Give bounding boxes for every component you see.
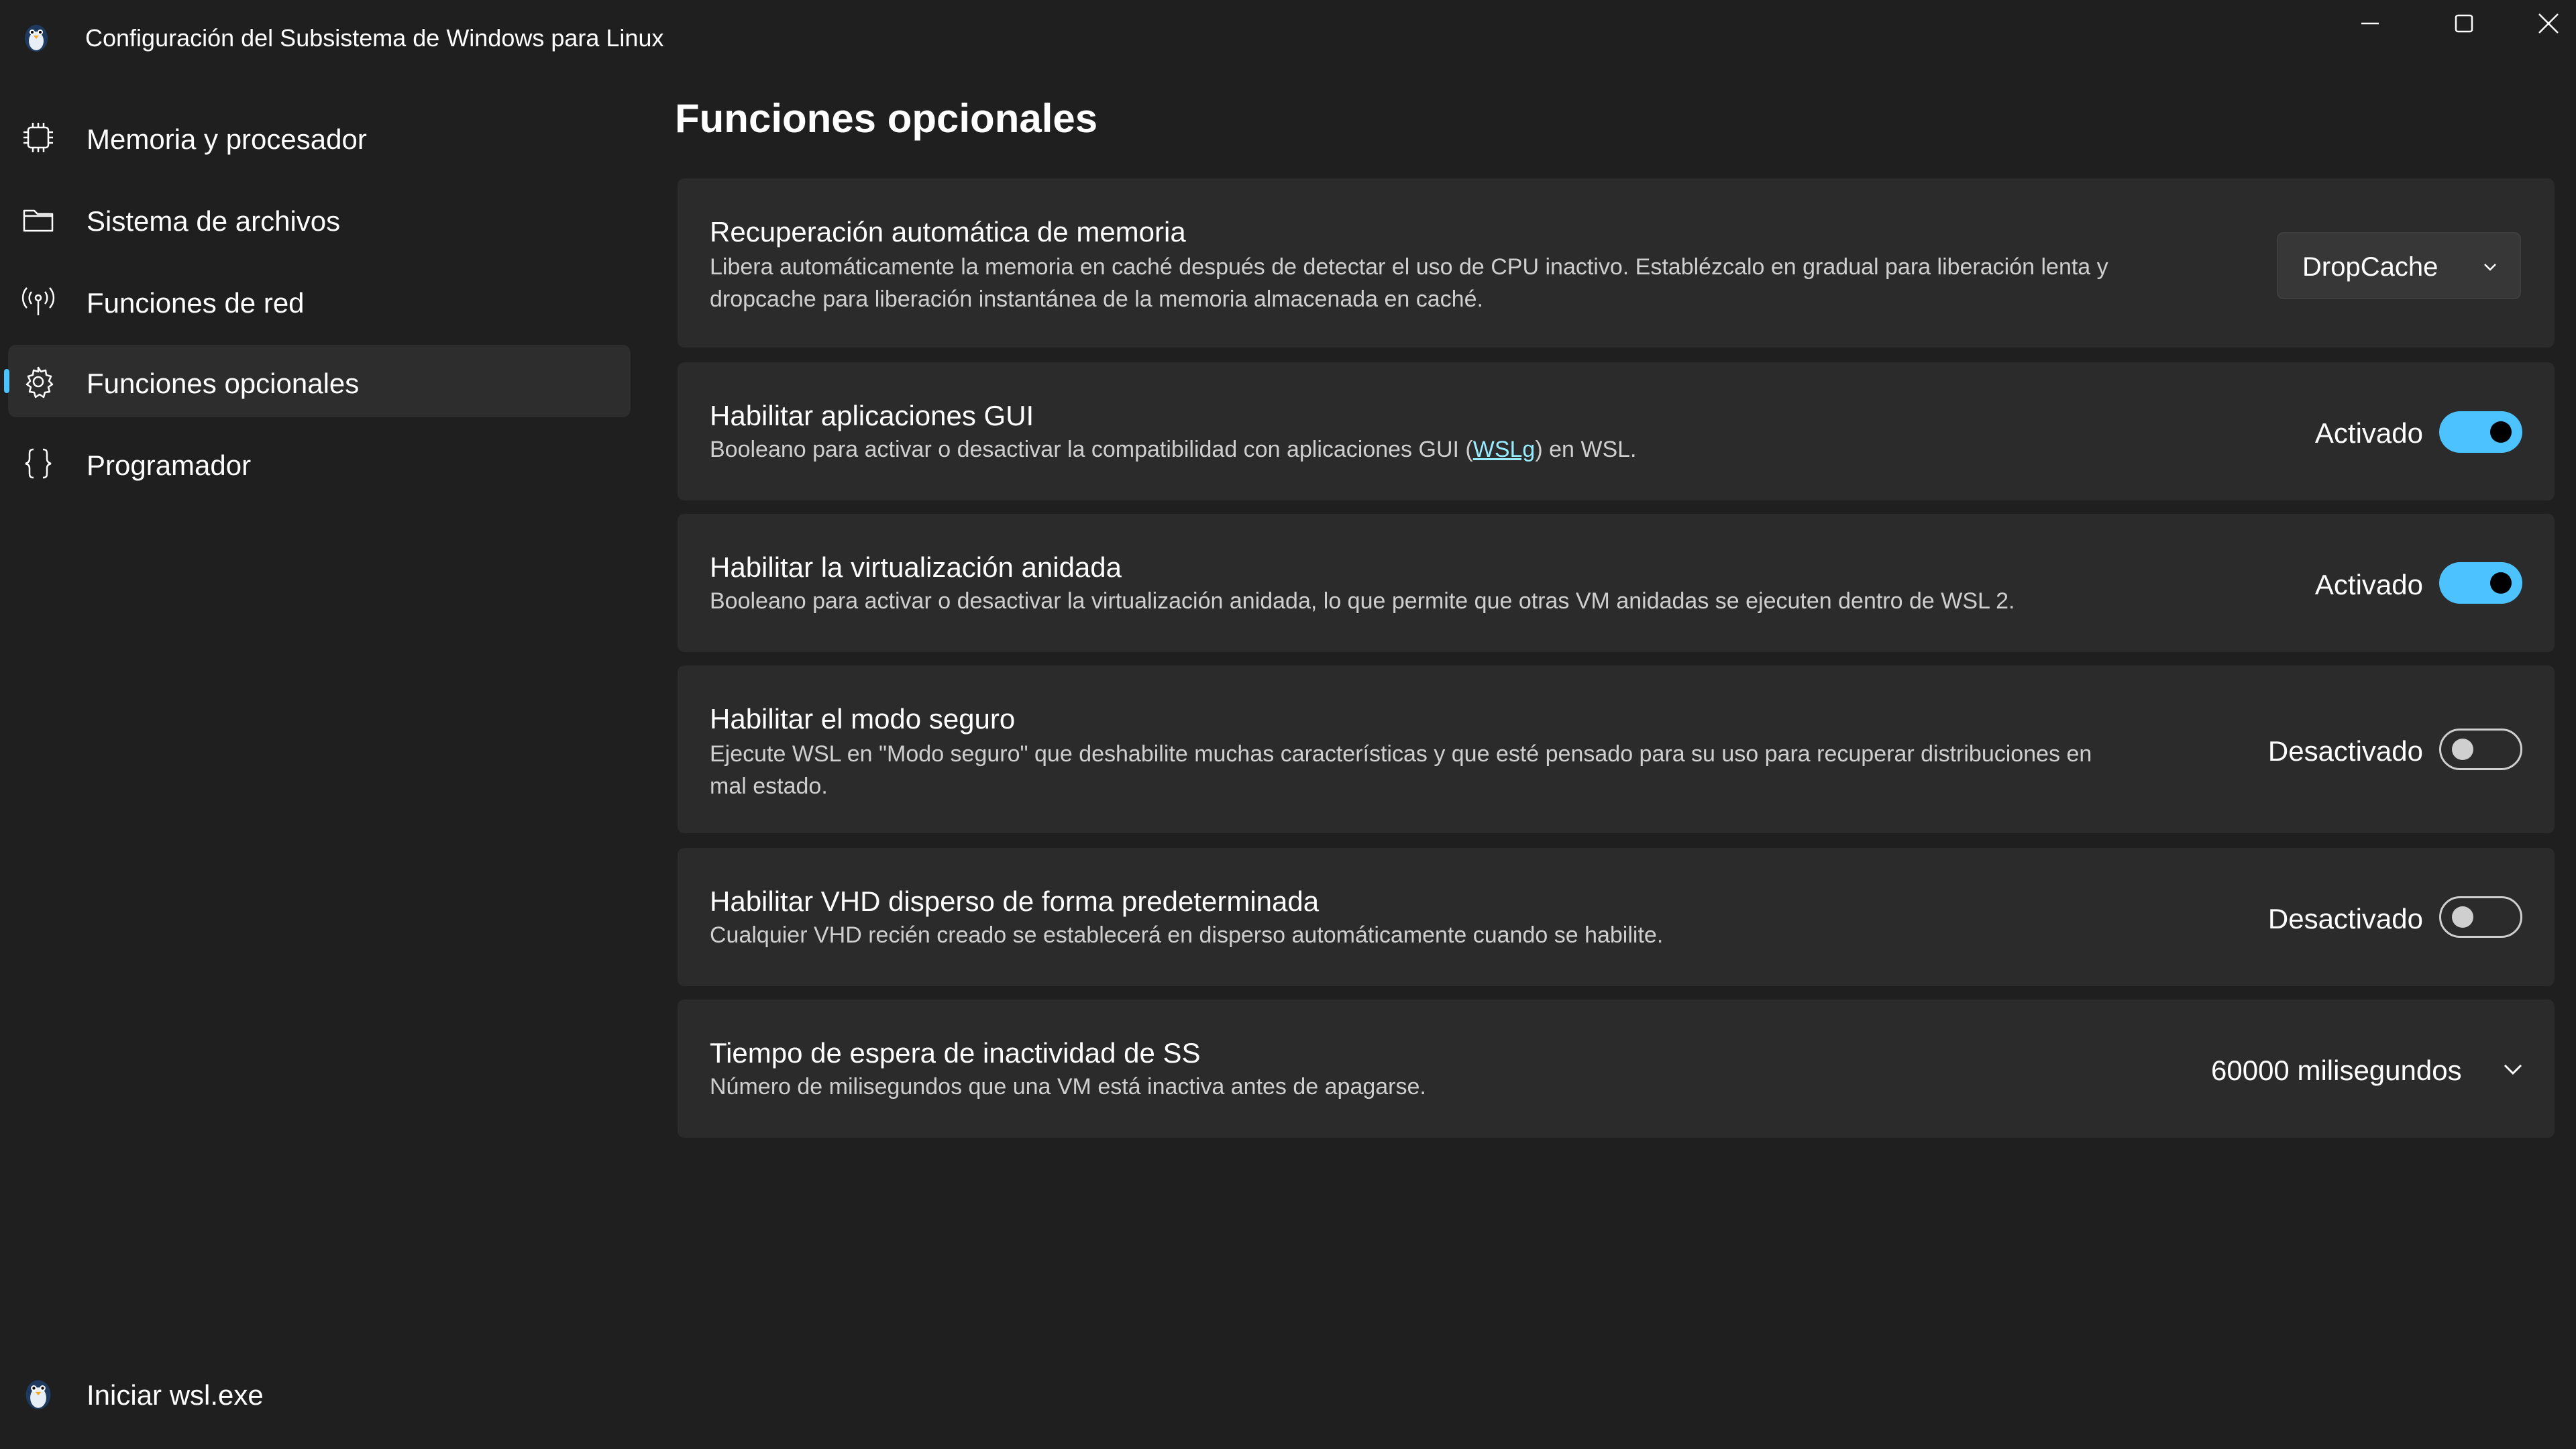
setting-description: Cualquier VHD recién creado se establece… [710, 922, 1664, 948]
setting-description: Número de milisegundos que una VM está i… [710, 1074, 1426, 1099]
maximize-icon [2455, 14, 2473, 33]
description-line: Ejecute WSL en "Modo seguro" que deshabi… [710, 741, 2092, 767]
sidebar-item-label: Funciones de red [87, 287, 305, 319]
description-text: ) en WSL. [1535, 437, 1637, 462]
setting-card-nested-virtualization: Habilitar la virtualización anidada Bool… [678, 514, 2555, 652]
setting-title: Recuperación automática de memoria [710, 216, 1186, 248]
description-text: Booleano para activar o desactivar la co… [710, 437, 1473, 462]
setting-description: Ejecute WSL en "Modo seguro" que deshabi… [710, 738, 2239, 802]
selection-indicator [4, 369, 9, 393]
penguin-icon [25, 25, 48, 52]
setting-card-gui-apps: Habilitar aplicaciones GUI Booleano para… [678, 362, 2555, 500]
folder-icon [23, 209, 54, 232]
safe-mode-toggle[interactable] [2439, 729, 2522, 770]
sidebar-item-label: Programador [87, 449, 252, 481]
toggle-state-label: Activado [2314, 569, 2423, 600]
sidebar-item-filesystem[interactable]: Sistema de archivos [8, 182, 631, 255]
chevron-down-icon[interactable] [2501, 1060, 2525, 1079]
setting-card-memory-reclaim: Recuperación automática de memoria Liber… [678, 178, 2555, 347]
sidebar-item-network[interactable]: Funciones de red [8, 264, 631, 337]
idle-timeout-value[interactable]: 60000 milisegundos [2211, 1055, 2462, 1087]
sidebar-item-label: Sistema de archivos [87, 205, 341, 237]
sidebar-item-optional-features[interactable]: Funciones opcionales [4, 345, 631, 417]
network-icon [21, 287, 55, 315]
chip-icon [23, 123, 53, 152]
setting-title: Habilitar aplicaciones GUI [710, 400, 1034, 431]
toggle-state-label: Desactivado [2267, 903, 2423, 934]
setting-card-idle-timeout: Tiempo de espera de inactividad de SS Nú… [678, 1000, 2555, 1138]
setting-title: Habilitar el modo seguro [710, 703, 1016, 735]
nested-virtualization-toggle[interactable] [2439, 562, 2522, 604]
maximize-button[interactable] [2427, 0, 2501, 47]
sidebar-item-label: Funciones opcionales [87, 368, 360, 399]
toggle-knob [2490, 421, 2512, 443]
setting-description: Booleano para activar o desactivar la co… [710, 433, 1637, 466]
description-line: Libera automáticamente la memoria en cac… [710, 254, 2108, 280]
memory-reclaim-dropdown[interactable]: DropCache [2277, 232, 2521, 299]
description-line: dropcache para liberación instantánea de… [710, 286, 1483, 312]
page-title: Funciones opcionales [675, 96, 1098, 141]
setting-description: Libera automáticamente la memoria en cac… [710, 251, 2239, 315]
chevron-down-icon [2484, 264, 2496, 271]
setting-description: Booleano para activar o desactivar la vi… [710, 588, 2015, 614]
wslg-link[interactable]: WSLg [1473, 437, 1536, 462]
toggle-state-label: Desactivado [2267, 735, 2423, 767]
toggle-knob [2452, 739, 2473, 760]
setting-title: Habilitar la virtualización anidada [710, 551, 1122, 583]
window-title: Configuración del Subsistema de Windows … [85, 24, 664, 52]
setting-title: Habilitar VHD disperso de forma predeter… [710, 885, 1320, 917]
sidebar-item-memory[interactable]: Memoria y procesador [8, 101, 631, 173]
setting-card-sparse-vhd: Habilitar VHD disperso de forma predeter… [678, 848, 2555, 986]
minimize-icon [2361, 22, 2379, 25]
toggle-state-label: Activado [2314, 417, 2423, 449]
title-bar[interactable]: Configuración del Subsistema de Windows … [0, 0, 2576, 74]
toggle-knob [2490, 572, 2512, 594]
close-icon [2538, 13, 2559, 34]
sidebar-item-label: Memoria y procesador [87, 123, 367, 155]
close-button[interactable] [2521, 0, 2576, 47]
braces-icon [25, 448, 52, 479]
penguin-icon [25, 1380, 51, 1409]
setting-title: Tiempo de espera de inactividad de SS [710, 1037, 1201, 1069]
sidebar-item-developer[interactable]: Programador [8, 427, 631, 499]
dropdown-value: DropCache [2302, 252, 2438, 282]
sparse-vhd-toggle[interactable] [2439, 896, 2522, 938]
toggle-knob [2452, 906, 2473, 928]
launch-wsl-button[interactable]: Iniciar wsl.exe [8, 1356, 631, 1429]
setting-card-safe-mode: Habilitar el modo seguro Ejecute WSL en … [678, 665, 2555, 833]
minimize-button[interactable] [2333, 0, 2407, 47]
description-line: mal estado. [710, 773, 828, 799]
gear-icon [25, 366, 54, 398]
launch-wsl-label: Iniciar wsl.exe [87, 1379, 264, 1411]
gui-apps-toggle[interactable] [2439, 411, 2522, 453]
